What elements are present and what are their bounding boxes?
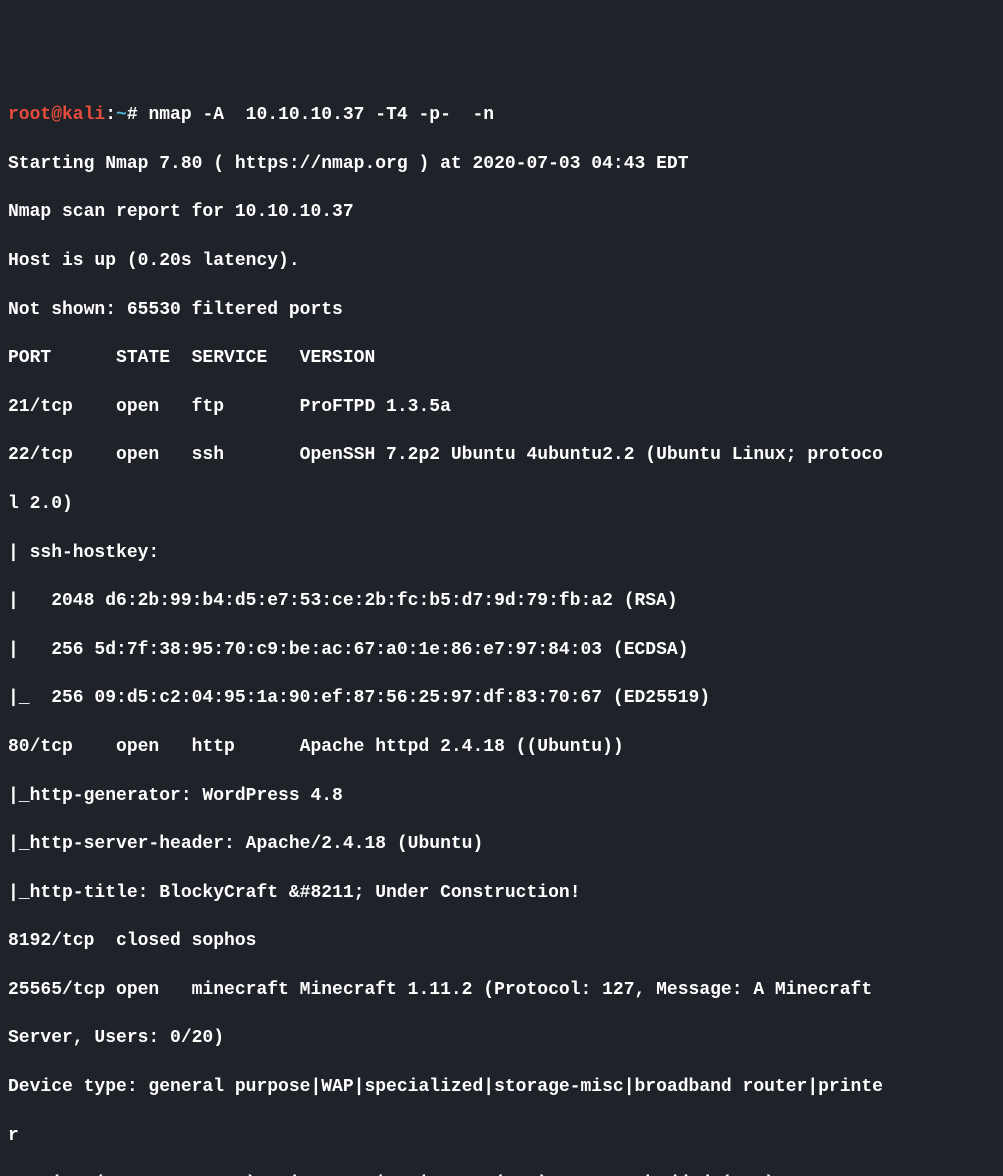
output-ssh-rsa: | 2048 d6:2b:99:b4:d5:e7:53:ce:2b:fc:b5:… (8, 589, 995, 613)
output-line: Server, Users: 0/20) (8, 1026, 995, 1050)
prompt-symbol: # (127, 105, 149, 125)
output-http-title: |_http-title: BlockyCraft &#8211; Under … (8, 881, 995, 905)
output-running: Running (JUST GUESSING): Linux 3.X|4.X|2… (8, 1172, 995, 1176)
output-line: Nmap scan report for 10.10.10.37 (8, 200, 995, 224)
output-line: Not shown: 65530 filtered ports (8, 298, 995, 322)
output-port-80: 80/tcp open http Apache httpd 2.4.18 ((U… (8, 735, 995, 759)
output-line: Host is up (0.20s latency). (8, 249, 995, 273)
prompt-colon: : (105, 105, 116, 125)
prompt-path: ~ (116, 105, 127, 125)
output-port-8192: 8192/tcp closed sophos (8, 929, 995, 953)
output-port-header: PORT STATE SERVICE VERSION (8, 346, 995, 370)
output-port-21: 21/tcp open ftp ProFTPD 1.3.5a (8, 395, 995, 419)
output-line: Starting Nmap 7.80 ( https://nmap.org ) … (8, 152, 995, 176)
command-line[interactable]: root@kali:~# nmap -A 10.10.10.37 -T4 -p-… (8, 103, 995, 127)
output-line: l 2.0) (8, 492, 995, 516)
command-text: nmap -A 10.10.10.37 -T4 -p- -n (148, 105, 494, 125)
output-ssh-ed25519: |_ 256 09:d5:c2:04:95:1a:90:ef:87:56:25:… (8, 686, 995, 710)
output-ssh-ecdsa: | 256 5d:7f:38:95:70:c9:be:ac:67:a0:1e:8… (8, 638, 995, 662)
output-ssh-hostkey: | ssh-hostkey: (8, 541, 995, 565)
output-device-type: Device type: general purpose|WAP|special… (8, 1075, 995, 1099)
output-port-25565: 25565/tcp open minecraft Minecraft 1.11.… (8, 978, 995, 1002)
output-line: r (8, 1124, 995, 1148)
output-http-generator: |_http-generator: WordPress 4.8 (8, 784, 995, 808)
output-http-server-header: |_http-server-header: Apache/2.4.18 (Ubu… (8, 832, 995, 856)
output-port-22: 22/tcp open ssh OpenSSH 7.2p2 Ubuntu 4ub… (8, 443, 995, 467)
prompt-user: root@kali (8, 105, 105, 125)
